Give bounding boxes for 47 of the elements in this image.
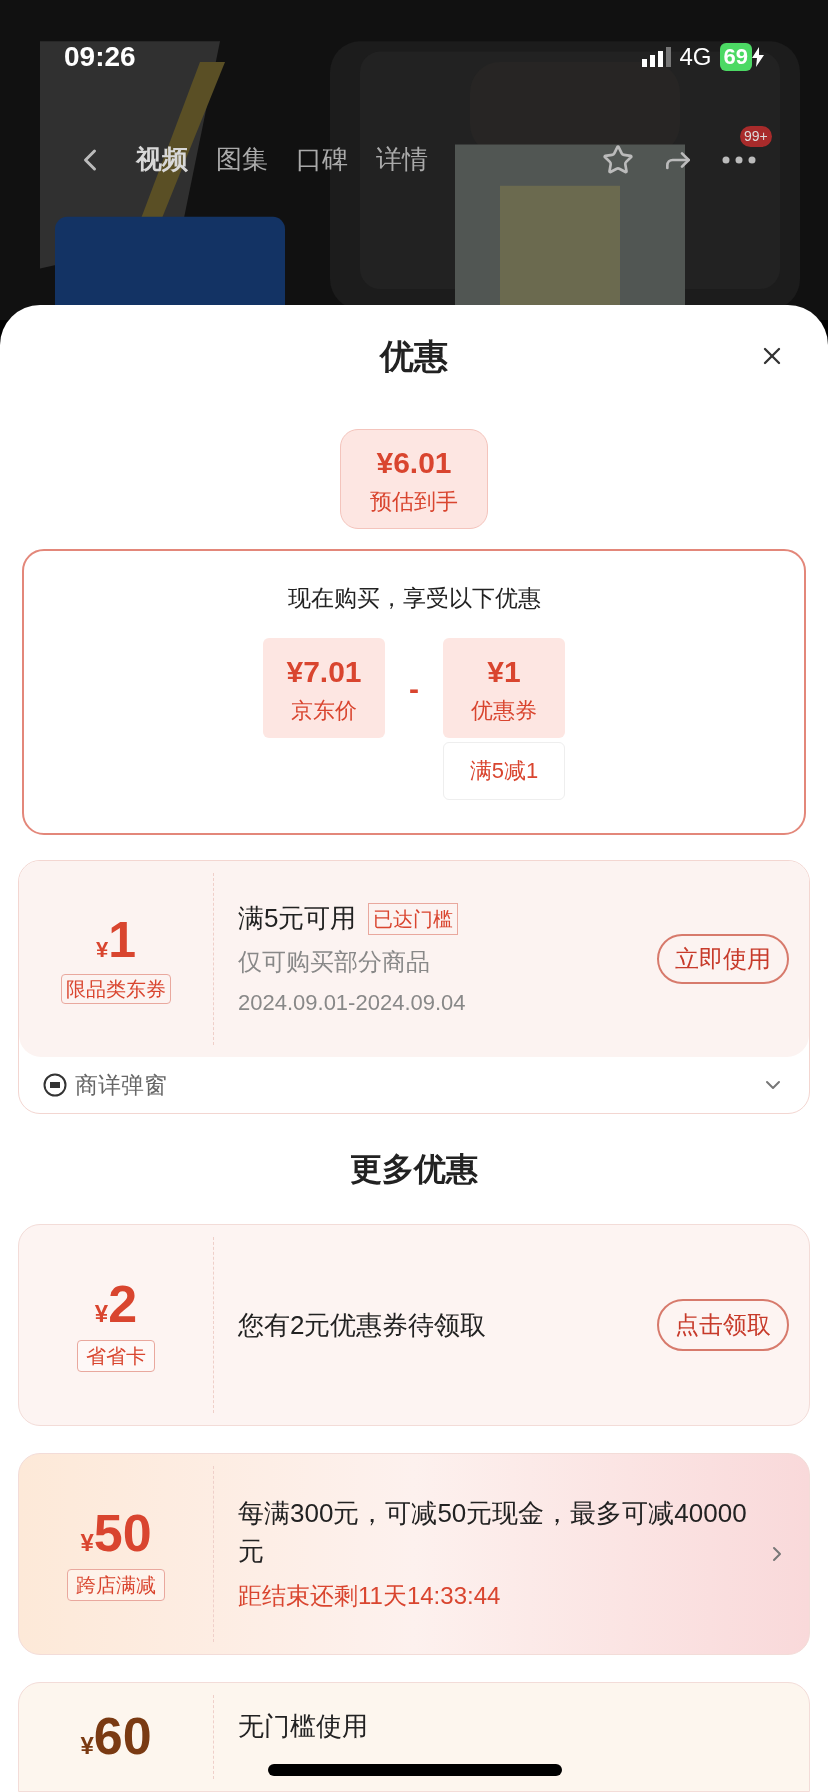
offer-tag: 省省卡 — [77, 1340, 155, 1372]
coupon-amount: 1 — [108, 914, 137, 965]
coupon-tag: 限品类东券 — [61, 973, 171, 1004]
offer-amount: 60 — [93, 1710, 152, 1762]
coupon-description: 仅可购买部分商品 — [238, 947, 431, 977]
currency-sign: ¥ — [94, 1300, 109, 1329]
breakdown-heading: 现在购买，享受以下优惠 — [287, 584, 541, 614]
offer-card[interactable]: ¥60 无门槛使用 — [18, 1682, 810, 1792]
nav-tab[interactable]: 视频 — [136, 140, 188, 179]
threshold-badge: 已达门槛 — [368, 902, 459, 935]
offer-amount: 50 — [93, 1507, 152, 1559]
ticket-icon — [43, 1073, 67, 1098]
network-label: 4G — [679, 42, 712, 72]
nav-tab[interactable]: 口碑 — [296, 140, 348, 179]
offer-amount: 2 — [108, 1278, 138, 1330]
minus-sign: - — [409, 670, 419, 707]
offer-text: 您有2元优惠券待领取 — [238, 1309, 488, 1342]
battery-indicator: 69 — [719, 43, 752, 71]
nav-tab[interactable]: 详情 — [376, 140, 428, 179]
countdown: 距结束还剩11天14:33:44 — [238, 1581, 502, 1611]
star-icon[interactable] — [602, 143, 634, 176]
section-title: 更多优惠 — [350, 1150, 478, 1189]
offer-card[interactable]: ¥50 跨店满减 每满300元，可减50元现金，最多可减40000元 距结束还剩11天14:33:44 — [18, 1453, 810, 1655]
coupon-dates: 2024.09.01-2024.09.04 — [238, 989, 467, 1017]
tile-note: 满5减1 — [443, 741, 565, 800]
signal-icon — [641, 47, 672, 67]
tile-label: 京东价 — [291, 696, 357, 725]
use-now-button[interactable]: 立即使用 — [657, 934, 789, 984]
estimate-label: 预估到手 — [370, 488, 458, 517]
tile-price: ¥1 — [487, 653, 521, 690]
offer-text: 无门槛使用 — [238, 1710, 369, 1743]
sheet-title: 优惠 — [380, 335, 448, 377]
currency-sign: ¥ — [80, 1732, 94, 1761]
footer-label: 商详弹窗 — [75, 1070, 168, 1100]
nav-tab[interactable]: 图集 — [216, 140, 268, 179]
status-time: 09:26 — [64, 40, 136, 74]
claim-button[interactable]: 点击领取 — [657, 1299, 789, 1351]
offer-card[interactable]: ¥2 省省卡 您有2元优惠券待领取 点击领取 — [18, 1224, 810, 1426]
offer-text: 每满300元，可减50元现金，最多可减40000元 — [238, 1497, 748, 1568]
tile-label: 优惠券 — [471, 696, 537, 725]
tile-price: ¥7.01 — [286, 653, 362, 690]
estimate-price: ¥6.01 — [376, 445, 452, 482]
more-icon[interactable] — [722, 155, 756, 164]
offer-tag: 跨店满减 — [67, 1569, 165, 1601]
currency-sign: ¥ — [80, 1529, 94, 1558]
coupon-title: 满5元可用 — [238, 902, 357, 935]
currency-sign: ¥ — [95, 936, 109, 964]
